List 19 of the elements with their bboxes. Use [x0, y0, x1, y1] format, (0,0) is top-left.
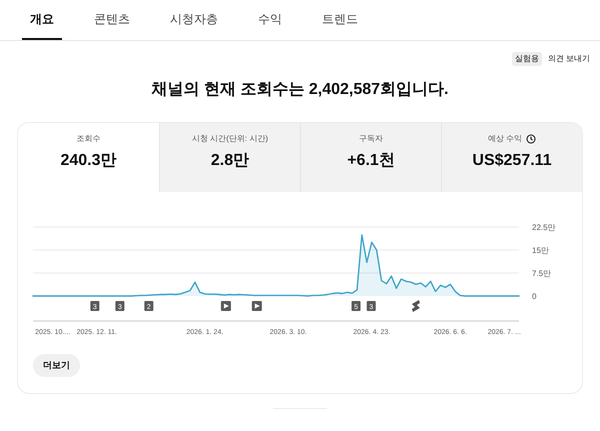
headline: 채널의 현재 조회수는 2,402,587회입니다.	[150, 80, 450, 100]
nav-tab[interactable]: 시청자층	[162, 0, 226, 40]
metric-tab[interactable]: 예상 수익 US$257.11	[441, 123, 582, 192]
metric-tab[interactable]: 시청 시간(단위: 시간) 2.8만	[159, 123, 300, 192]
shorts-icon[interactable]	[412, 300, 420, 312]
video-play-icon[interactable]	[220, 301, 231, 311]
y-tick-label: 0	[532, 292, 536, 301]
y-tick-label: 7.5만	[532, 269, 552, 278]
metric-tab[interactable]: 구독자 +6.1천	[300, 123, 441, 192]
y-tick-label: 22.5만	[532, 223, 556, 232]
video-play-icon[interactable]	[252, 301, 262, 311]
feedback-link[interactable]: 의견 보내기	[548, 53, 590, 65]
nav-tab[interactable]: 수익	[250, 0, 290, 40]
more-button[interactable]: 더보기	[33, 354, 80, 377]
experimental-badge: 실험용	[512, 52, 542, 66]
nav-tab[interactable]: 개요	[22, 0, 62, 40]
y-tick-label: 15만	[532, 246, 549, 255]
nav-tab[interactable]: 콘텐츠	[86, 0, 138, 40]
nav-tab[interactable]: 트렌드	[314, 0, 366, 40]
